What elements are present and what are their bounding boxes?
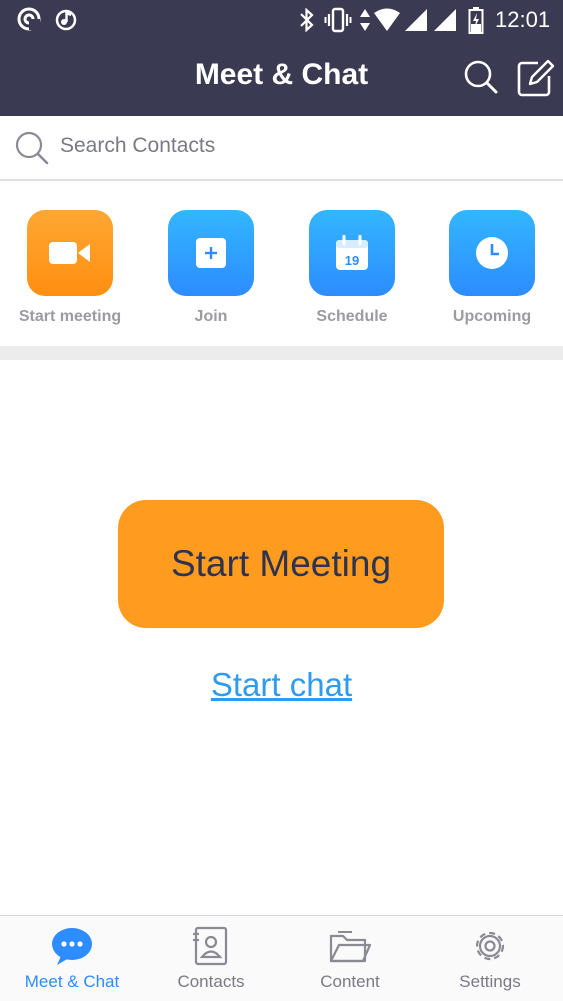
tab-contacts[interactable]: Contacts [141,916,281,1001]
tab-content[interactable]: Content [280,916,420,1001]
upcoming-action[interactable]: Upcoming [432,210,552,326]
upcoming-label: Upcoming [452,308,532,325]
bottom-tab-bar: Meet & Chat Contacts Content Settings [0,915,563,1001]
vibrate-icon [324,7,352,33]
status-time: 12:01 [495,7,551,32]
battery-icon [468,7,484,34]
start-meeting-action[interactable]: Start meeting [10,210,130,326]
search-placeholder: Search Contacts [60,134,216,157]
header-search-button[interactable] [462,58,502,98]
join-action[interactable]: Join [151,210,271,326]
clock-icon [476,237,508,269]
app-header: Meet & Chat [0,40,563,116]
join-tile[interactable] [168,210,254,296]
tab-content-label: Content [320,972,380,991]
upcoming-tile[interactable] [449,210,535,296]
search-icon [15,131,49,165]
chat-bubble-icon [52,928,92,965]
wifi-icon [374,8,400,31]
signal-icon [434,9,456,31]
start-chat-link[interactable]: Start chat [0,666,563,704]
tab-settings[interactable]: Settings [420,916,560,1001]
start-meeting-tile[interactable] [27,210,113,296]
tab-meet-chat[interactable]: Meet & Chat [2,916,142,1001]
calendar-icon: 19 [336,235,368,270]
start-meeting-button[interactable]: Start Meeting [118,500,444,628]
bluetooth-icon [300,8,314,32]
status-bar: 12:01 [0,0,563,40]
music-icon [55,9,77,31]
sync-icon [17,7,41,31]
data-arrows-icon [360,9,370,31]
tab-contacts-label: Contacts [177,972,245,991]
compose-icon [517,59,555,97]
contacts-icon [193,926,228,966]
compose-button[interactable] [516,58,556,98]
video-camera-icon [49,242,90,264]
svg-text:19: 19 [345,253,359,268]
schedule-tile[interactable]: 19 [309,210,395,296]
search-icon [464,60,498,94]
join-label: Join [194,308,228,325]
tab-settings-label: Settings [459,972,521,991]
section-divider [0,346,563,360]
gear-icon [475,931,505,961]
folder-icon [329,931,372,963]
plus-icon [196,238,226,268]
search-contacts-field[interactable]: Search Contacts [0,116,563,181]
schedule-label: Schedule [316,308,388,325]
start-meeting-label: Start meeting [18,308,122,325]
signal-icon [405,9,427,31]
tab-meet-chat-label: Meet & Chat [24,972,120,991]
schedule-action[interactable]: 19 Schedule [292,210,412,326]
